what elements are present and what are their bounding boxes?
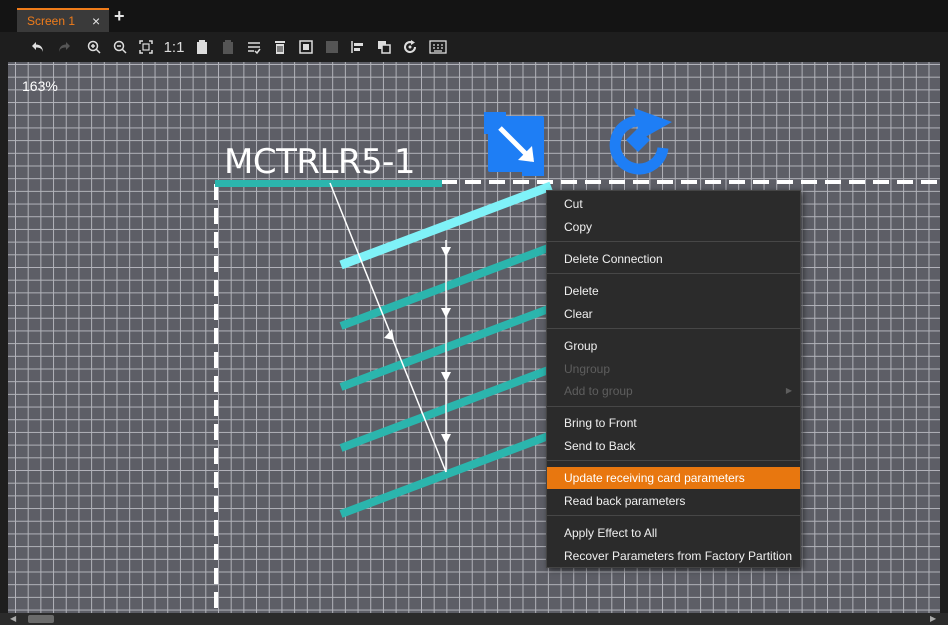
menu-separator [547,241,800,242]
menu-item-group[interactable]: Group [547,335,800,357]
arrow-icon [441,247,451,257]
resize-handle-icon [484,112,544,176]
delete-icon[interactable] [270,37,290,57]
menu-item-apply-effect-to-all[interactable]: Apply Effect to All [547,522,800,544]
menu-separator [547,515,800,516]
canvas-right-border [940,62,948,613]
tab-screen-1[interactable]: Screen 1 × [17,8,109,32]
tab-label: Screen 1 [27,14,76,28]
paste-disabled-icon[interactable] [218,37,238,57]
menu-item-delete[interactable]: Delete [547,280,800,302]
undo-icon[interactable] [28,37,48,57]
menu-item-recover-factory-parameters[interactable]: Recover Parameters from Factory Partitio… [547,545,800,567]
canvas-left-border [0,62,8,613]
align-icon[interactable] [348,37,368,57]
menu-item-send-to-back[interactable]: Send to Back [547,435,800,457]
horizontal-scrollbar[interactable]: ◀ ▶ [0,613,948,625]
menu-separator [547,406,800,407]
layer-icon[interactable] [374,37,394,57]
close-tab-icon[interactable]: × [92,13,100,29]
arrow-icon [441,308,451,318]
checklist-icon[interactable] [244,37,264,57]
context-menu: Cut Copy Delete Connection Delete Clear … [546,190,801,568]
group-disabled-icon[interactable] [322,37,342,57]
select-all-icon[interactable] [296,37,316,57]
rotate-icon[interactable] [400,37,420,57]
arrow-icon [441,372,451,382]
redo-icon[interactable] [54,37,74,57]
menu-item-ungroup[interactable]: Ungroup [547,358,800,380]
add-tab-icon[interactable]: + [114,6,125,27]
menu-item-update-receiving-card[interactable]: Update receiving card parameters [547,467,800,489]
keyboard-icon[interactable] [428,37,448,57]
scroll-left-icon[interactable]: ◀ [10,614,16,623]
menu-separator [547,328,800,329]
paste-icon[interactable] [192,37,212,57]
menu-item-read-back-parameters[interactable]: Read back parameters [547,490,800,512]
menu-item-bring-to-front[interactable]: Bring to Front [547,412,800,434]
zoom-in-icon[interactable] [84,37,104,57]
menu-separator [547,460,800,461]
menu-item-add-to-group[interactable]: Add to group ▶ [547,380,800,402]
menu-item-cut[interactable]: Cut [547,193,800,215]
menu-separator [547,273,800,274]
controller-bar [215,180,442,187]
menu-item-clear[interactable]: Clear [547,303,800,325]
rotate-handle-icon [609,108,672,175]
menu-item-label: Add to group [564,384,633,398]
submenu-arrow-icon: ▶ [785,386,792,395]
actual-size-icon[interactable]: 1:1 [162,37,186,57]
arrow-icon [441,434,451,444]
scroll-right-icon[interactable]: ▶ [930,614,936,623]
toolbar: 1:1 [0,32,948,62]
scrollbar-thumb[interactable] [28,615,54,623]
fit-screen-icon[interactable] [136,37,156,57]
menu-item-delete-connection[interactable]: Delete Connection [547,248,800,270]
zoom-out-icon[interactable] [110,37,130,57]
menu-item-copy[interactable]: Copy [547,216,800,238]
tab-bar: Screen 1 × + [0,0,948,32]
